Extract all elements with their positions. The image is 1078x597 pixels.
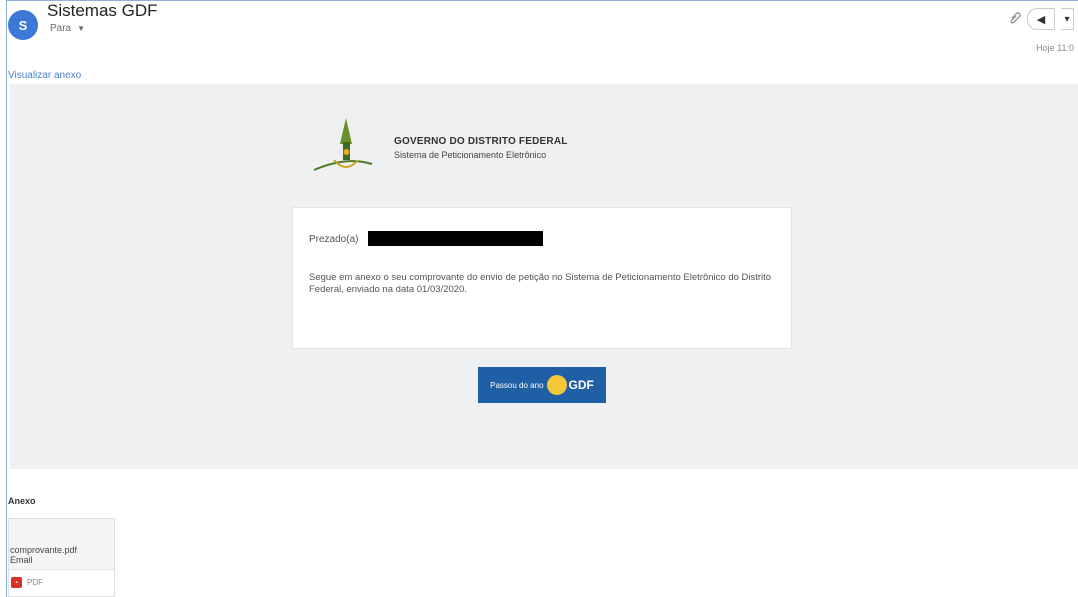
more-options-button[interactable]: ▾ (1061, 8, 1074, 30)
banner-brand: GDF (568, 378, 594, 392)
gdf-banner[interactable]: Passou do ano GDF (478, 367, 606, 403)
message-actions: ◀ ▾ (1009, 8, 1074, 30)
paperclip-icon (1009, 11, 1021, 27)
gdf-logo-icon (306, 114, 376, 187)
reply-icon: ◀ (1036, 13, 1046, 26)
email-body: GOVERNO DO DISTRITO FEDERAL Sistema de P… (10, 84, 1078, 469)
sun-icon (546, 375, 567, 395)
message-card: Prezado(a) Segue em anexo o seu comprova… (292, 207, 792, 349)
more-options-icon: ▾ (1064, 13, 1070, 25)
attachment-name: comprovante.pdf Email (10, 545, 78, 565)
attachments-title: Anexo (8, 496, 36, 506)
sender-name[interactable]: Sistemas GDF (47, 1, 158, 21)
org-header: GOVERNO DO DISTRITO FEDERAL Sistema de P… (306, 114, 636, 184)
attachment-type: PDF (27, 578, 43, 587)
greeting: Prezado(a) (309, 234, 359, 245)
recipient-line[interactable]: Para ▼ (50, 23, 85, 34)
reply-button[interactable]: ◀ (1027, 8, 1055, 30)
message-date: Hoje 11:0 (1036, 43, 1074, 53)
org-title: GOVERNO DO DISTRITO FEDERAL (394, 136, 568, 147)
sender-avatar: S (8, 10, 38, 40)
attachment-footer: ▪ PDF (9, 569, 114, 596)
recipient-label: Para (50, 23, 72, 34)
message-text: Segue em anexo o seu comprovante do envi… (309, 272, 772, 295)
attachment-card[interactable]: comprovante.pdf Email ▪ PDF (8, 518, 115, 597)
chevron-down-icon[interactable]: ▼ (77, 24, 85, 33)
pdf-icon: ▪ (11, 577, 22, 588)
view-attachment-link[interactable]: Visualizar anexo (8, 70, 81, 81)
redacted-name (368, 231, 543, 246)
org-subtitle: Sistema de Peticionamento Eletrônico (394, 150, 547, 160)
banner-text: Passou do ano (490, 380, 544, 390)
